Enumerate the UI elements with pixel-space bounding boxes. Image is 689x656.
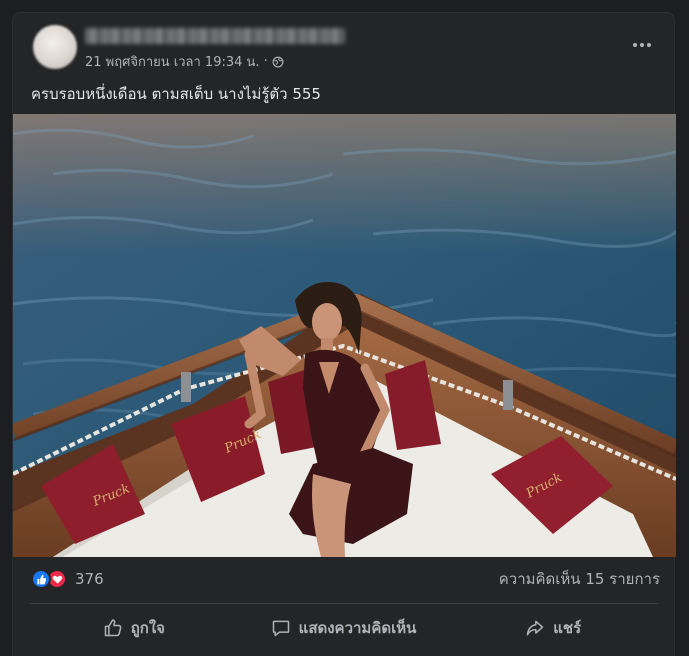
post-actions-bar: ถูกใจ แสดงความคิดเห็น แชร์ <box>29 608 658 648</box>
thumbs-up-icon <box>104 619 122 637</box>
post-card: 21 พฤศจิกายน เวลา 19:34 น. · ครบรอบหนึ่ง… <box>12 12 676 656</box>
author-name-blurred[interactable] <box>85 28 345 44</box>
post-photo[interactable]: Pruck Pruck Pruck <box>13 114 676 557</box>
share-arrow-icon <box>526 620 544 636</box>
post-meta: 21 พฤศจิกายน เวลา 19:34 น. · <box>85 51 284 72</box>
like-button[interactable]: ถูกใจ <box>29 610 239 646</box>
post-caption: ครบรอบหนึ่งเดือน ตามสเต็บ นางไม่รู้ตัว 5… <box>31 85 321 103</box>
meta-separator: · <box>263 54 268 69</box>
more-options-icon[interactable] <box>628 35 656 55</box>
globe-icon <box>272 56 284 67</box>
reaction-count: 376 <box>75 570 104 588</box>
post-stats: 376 ความคิดเห็น 15 รายการ <box>13 557 676 601</box>
comments-count-link[interactable]: ความคิดเห็น 15 รายการ <box>499 567 660 591</box>
post-timestamp[interactable]: 21 พฤศจิกายน เวลา 19:34 น. <box>85 51 260 72</box>
comment-label: แสดงความคิดเห็น <box>298 619 417 637</box>
share-label: แชร์ <box>553 619 582 637</box>
comment-button[interactable]: แสดงความคิดเห็น <box>239 610 449 646</box>
share-button[interactable]: แชร์ <box>448 610 658 646</box>
reaction-summary[interactable]: 376 <box>31 569 104 589</box>
reaction-icons <box>31 569 67 589</box>
like-label: ถูกใจ <box>130 619 165 637</box>
actions-divider <box>29 603 658 604</box>
author-avatar[interactable] <box>33 25 77 69</box>
like-icon <box>31 569 51 589</box>
comment-bubble-icon <box>272 620 289 637</box>
